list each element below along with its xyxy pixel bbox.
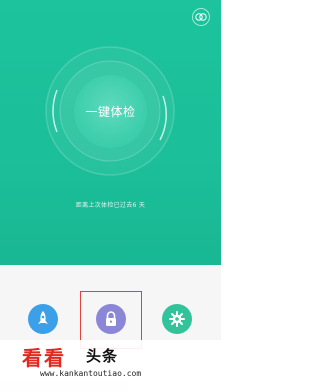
last-check-text: 距离上次体检已过去6 天 xyxy=(75,202,146,209)
settings-button[interactable] xyxy=(162,304,192,334)
one-click-check-button[interactable]: 一键体检 xyxy=(74,75,147,148)
watermark-name: 头条 xyxy=(86,347,119,365)
rocket-icon xyxy=(38,311,48,324)
watermark-url: www.kankantoutiao.com xyxy=(40,369,142,378)
check-button-label: 一键体检 xyxy=(85,105,136,119)
lock-icon xyxy=(106,311,116,326)
watermark-logo: 看看 xyxy=(22,346,66,370)
privacy-lock-button[interactable] xyxy=(96,304,126,334)
gear-icon xyxy=(169,311,185,327)
speedup-button[interactable] xyxy=(28,304,58,334)
